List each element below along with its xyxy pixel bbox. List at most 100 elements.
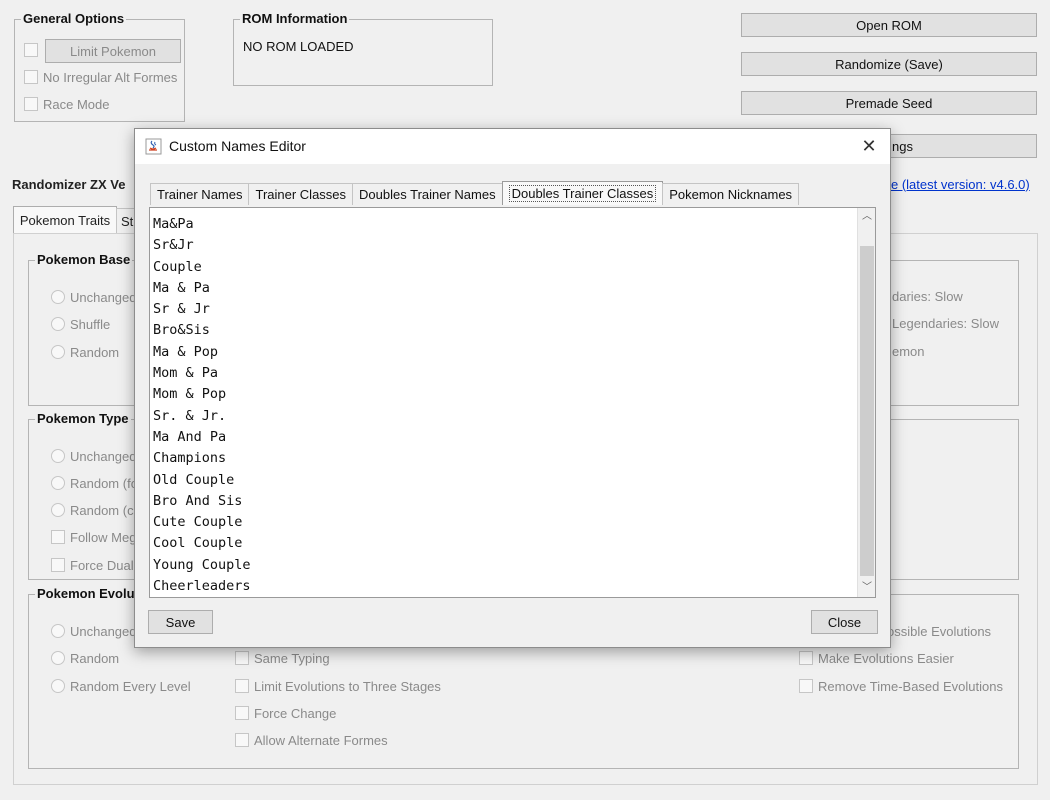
save-button[interactable]: Save bbox=[148, 610, 213, 634]
name-line[interactable]: Cheerleaders bbox=[153, 576, 251, 597]
types-radio-1[interactable] bbox=[51, 476, 65, 490]
evolutions-mid-check-3[interactable]: Allow Alternate Formes bbox=[235, 731, 388, 749]
evolutions-mid-check-2[interactable]: Force Change bbox=[235, 704, 336, 722]
name-line[interactable]: Sr&Jr bbox=[153, 235, 251, 256]
update-link[interactable]: e (latest version: v4.6.0) bbox=[891, 177, 1030, 192]
types-radio-0[interactable] bbox=[51, 449, 65, 463]
types-checkbox-0[interactable] bbox=[51, 530, 65, 544]
name-line[interactable]: Old Couple bbox=[153, 470, 251, 491]
scrollbar-thumb[interactable] bbox=[860, 246, 874, 576]
name-line[interactable]: Ma&Pa bbox=[153, 214, 251, 235]
limit-pokemon-checkbox[interactable] bbox=[24, 43, 38, 57]
tab-pokemon-nicknames[interactable]: Pokemon Nicknames bbox=[662, 183, 800, 205]
tab-trainer-names-label: Trainer Names bbox=[157, 187, 243, 202]
base-stats-radio-0[interactable] bbox=[51, 290, 65, 304]
tab-pokemon-traits[interactable]: Pokemon Traits bbox=[13, 206, 117, 234]
close-button[interactable]: Close bbox=[811, 610, 878, 634]
types-check-0[interactable]: Follow Meg bbox=[51, 528, 136, 546]
evolutions-right-check-2-label: Remove Time-Based Evolutions bbox=[818, 678, 1003, 694]
base-stats-option-1[interactable]: Shuffle bbox=[51, 315, 110, 333]
tab-doubles-trainer-names[interactable]: Doubles Trainer Names bbox=[352, 183, 503, 205]
tab-doubles-trainer-classes[interactable]: Doubles Trainer Classes bbox=[501, 181, 664, 205]
evolutions-option-2[interactable]: Random Every Level bbox=[51, 677, 191, 695]
java-app-icon bbox=[145, 138, 162, 155]
dialog-tab-strip: Trainer Names Trainer Classes Doubles Tr… bbox=[150, 181, 800, 205]
tab-doubles-trainer-classes-label: Doubles Trainer Classes bbox=[508, 185, 657, 202]
base-stats-radio-1[interactable] bbox=[51, 317, 65, 331]
premade-seed-button[interactable]: Premade Seed bbox=[741, 91, 1037, 115]
names-text-area[interactable]: Ma&Pa Sr&Jr Couple Ma & Pa Sr & Jr Bro&Sis Ma … bbox=[149, 207, 876, 598]
evolutions-option-0[interactable]: Unchanged bbox=[51, 622, 137, 640]
tab-trainer-names[interactable]: Trainer Names bbox=[150, 183, 250, 205]
evolutions-right-check-2[interactable]: Remove Time-Based Evolutions bbox=[799, 677, 1003, 695]
name-line[interactable]: Couple bbox=[153, 257, 251, 278]
evolutions-radio-0[interactable] bbox=[51, 624, 65, 638]
evolutions-right-checkbox-1[interactable] bbox=[799, 651, 813, 665]
evolutions-mid-check-1[interactable]: Limit Evolutions to Three Stages bbox=[235, 677, 441, 695]
evolutions-mid-checkbox-0[interactable] bbox=[235, 651, 249, 665]
name-line[interactable]: Cool Couple bbox=[153, 533, 251, 554]
base-stats-right-0-label: daries: Slow bbox=[892, 288, 963, 304]
types-option-2[interactable]: Random (co bbox=[51, 501, 141, 519]
no-irregular-alt-formes-checkbox[interactable] bbox=[24, 70, 38, 84]
evolutions-right-check-1-label: Make Evolutions Easier bbox=[818, 650, 954, 666]
limit-pokemon-button[interactable]: Limit Pokemon bbox=[45, 39, 181, 63]
evolutions-mid-checkbox-1[interactable] bbox=[235, 679, 249, 693]
base-stats-right-1[interactable]: Legendaries: Slow bbox=[892, 314, 999, 332]
evolutions-mid-checkbox-3[interactable] bbox=[235, 733, 249, 747]
types-checkbox-1[interactable] bbox=[51, 558, 65, 572]
base-stats-right-0[interactable]: daries: Slow bbox=[892, 287, 963, 305]
names-lines[interactable]: Ma&Pa Sr&Jr Couple Ma & Pa Sr & Jr Bro&Sis Ma … bbox=[153, 214, 251, 597]
base-stats-title: Pokemon Base bbox=[35, 252, 133, 267]
randomize-save-button[interactable]: Randomize (Save) bbox=[741, 52, 1037, 76]
name-line[interactable]: Sr & Jr bbox=[153, 299, 251, 320]
base-stats-option-2[interactable]: Random bbox=[51, 343, 119, 361]
settings-button-label: ngs bbox=[892, 138, 913, 154]
scroll-up-icon[interactable]: ︿ bbox=[858, 208, 875, 226]
types-option-0[interactable]: Unchanged bbox=[51, 447, 137, 465]
evolutions-option-1[interactable]: Random bbox=[51, 649, 119, 667]
open-rom-button[interactable]: Open ROM bbox=[741, 13, 1037, 37]
rom-status-text: NO ROM LOADED bbox=[243, 39, 354, 54]
name-line[interactable]: Ma & Pa bbox=[153, 278, 251, 299]
name-line[interactable]: Sr. & Jr. bbox=[153, 406, 251, 427]
name-line[interactable]: Young Couple bbox=[153, 555, 251, 576]
types-check-1-label: Force Dual bbox=[70, 557, 134, 573]
name-line[interactable]: Bro And Sis bbox=[153, 491, 251, 512]
name-line[interactable]: Champions bbox=[153, 448, 251, 469]
dialog-titlebar[interactable]: Custom Names Editor ✕ bbox=[135, 129, 890, 164]
evolutions-right-checkbox-2[interactable] bbox=[799, 679, 813, 693]
name-line[interactable]: Ma And Pa bbox=[153, 427, 251, 448]
name-line[interactable]: Mom & Pa bbox=[153, 363, 251, 384]
types-option-1[interactable]: Random (fo bbox=[51, 474, 138, 492]
race-mode-row[interactable]: Race Mode bbox=[24, 95, 109, 113]
version-label: Randomizer ZX Ve bbox=[12, 177, 126, 192]
base-stats-right-2[interactable]: emon bbox=[892, 342, 925, 360]
close-icon[interactable]: ✕ bbox=[858, 135, 880, 157]
evolutions-right-check-0[interactable]: ossible Evolutions bbox=[887, 622, 991, 640]
evolutions-option-2-label: Random Every Level bbox=[70, 678, 191, 694]
name-line[interactable]: Bro&Sis bbox=[153, 320, 251, 341]
name-line[interactable]: Ma & Pop bbox=[153, 342, 251, 363]
base-stats-right-group bbox=[890, 260, 1019, 406]
types-radio-2[interactable] bbox=[51, 503, 65, 517]
scroll-down-icon[interactable]: ﹀ bbox=[858, 579, 875, 597]
evolutions-right-check-1[interactable]: Make Evolutions Easier bbox=[799, 649, 954, 667]
base-stats-radio-2[interactable] bbox=[51, 345, 65, 359]
types-check-1[interactable]: Force Dual bbox=[51, 556, 134, 574]
base-stats-option-1-label: Shuffle bbox=[70, 316, 111, 332]
evolutions-radio-2[interactable] bbox=[51, 679, 65, 693]
evolutions-radio-1[interactable] bbox=[51, 651, 65, 665]
evolutions-mid-checkbox-2[interactable] bbox=[235, 706, 249, 720]
name-line[interactable]: Mom & Pop bbox=[153, 384, 251, 405]
tab-trainer-classes[interactable]: Trainer Classes bbox=[248, 183, 354, 205]
race-mode-checkbox[interactable] bbox=[24, 97, 38, 111]
custom-names-editor-dialog: Custom Names Editor ✕ Trainer Names Trai… bbox=[134, 128, 891, 648]
base-stats-option-0[interactable]: Unchanged bbox=[51, 288, 137, 306]
evolutions-mid-check-0[interactable]: Same Typing bbox=[235, 649, 330, 667]
name-line[interactable]: Cute Couple bbox=[153, 512, 251, 533]
no-irregular-alt-formes-row[interactable]: No Irregular Alt Formes bbox=[24, 68, 177, 86]
race-mode-label: Race Mode bbox=[43, 96, 110, 112]
vertical-scrollbar[interactable]: ︿ ﹀ bbox=[857, 208, 875, 597]
evolutions-right-check-0-label: ossible Evolutions bbox=[887, 623, 992, 639]
